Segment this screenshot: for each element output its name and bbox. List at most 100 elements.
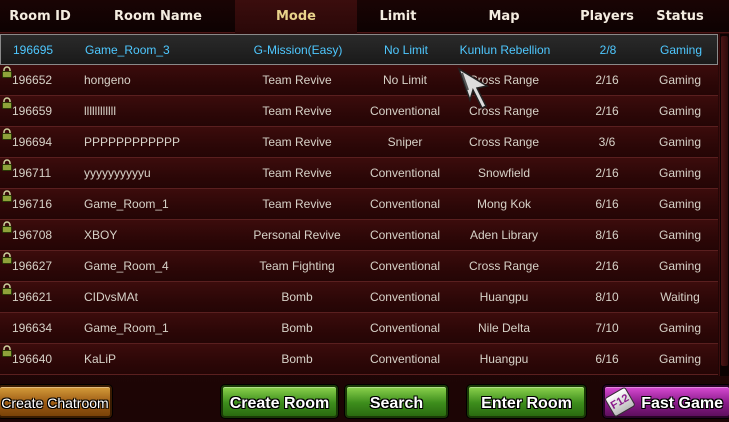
column-header-limit[interactable]: Limit	[358, 0, 438, 33]
room-limit: Conventional	[369, 166, 441, 180]
room-limit: Conventional	[369, 228, 441, 242]
room-status: Gaming	[659, 43, 703, 57]
room-limit: Conventional	[369, 197, 441, 211]
room-id: 196711	[12, 166, 52, 180]
room-mode: Team Revive	[262, 197, 332, 211]
room-players: 3/6	[598, 135, 616, 149]
column-header-players[interactable]: Players	[575, 0, 639, 33]
room-id: 196694	[12, 135, 53, 149]
room-id: 196708	[12, 228, 53, 242]
fast-game-button[interactable]: F12 Fast Game	[603, 385, 729, 418]
room-row[interactable]: 196652 hongeno Team Revive No Limit Cross Ra…	[0, 65, 718, 96]
room-name: Game_Room_1	[84, 321, 169, 335]
room-status: Gaming	[658, 197, 702, 211]
room-limit: Conventional	[369, 352, 441, 366]
room-limit: No Limit	[383, 43, 428, 57]
room-players: 8/16	[595, 228, 619, 242]
room-map: Aden Library	[469, 228, 539, 242]
room-row[interactable]: 196716 Game_Room_1 Team Revive Conventional…	[0, 189, 718, 220]
room-players: 6/16	[595, 352, 619, 366]
room-map: Huangpu	[479, 290, 529, 304]
room-players: 2/16	[595, 259, 619, 273]
fast-game-label: Fast Game	[641, 395, 723, 412]
room-mode: Bomb	[281, 352, 313, 366]
room-mode: Team Revive	[262, 73, 332, 87]
mouse-cursor-icon	[457, 67, 490, 110]
create-chatroom-button[interactable]: Create Chatroom	[0, 385, 112, 418]
room-status: Gaming	[658, 321, 702, 335]
room-limit: Conventional	[369, 104, 441, 118]
room-map: Cross Range	[468, 259, 540, 273]
room-status: Gaming	[658, 352, 702, 366]
room-row[interactable]: 196621 CIDvsMAt Bomb Conventional Huangpu 8/1…	[0, 282, 718, 313]
room-limit: Conventional	[369, 290, 441, 304]
room-map: Nile Delta	[477, 321, 531, 335]
room-mode: Team Revive	[262, 166, 332, 180]
room-id: 196634	[12, 321, 53, 335]
column-header-mode[interactable]: Mode	[235, 0, 357, 33]
room-name: Game_Room_4	[84, 259, 169, 273]
search-button[interactable]: Search	[345, 385, 448, 418]
room-row[interactable]: 196695 Game_Room_3 G-Mission(Easy) No Limit…	[0, 34, 718, 65]
room-table: 196695 Game_Room_3 G-Mission(Easy) No Limit…	[0, 34, 718, 376]
room-limit: No Limit	[382, 73, 427, 87]
room-limit: Sniper	[387, 135, 423, 149]
room-id: 196716	[12, 197, 53, 211]
room-status: Gaming	[658, 104, 702, 118]
room-mode: Personal Revive	[253, 228, 341, 242]
room-id: 196621	[12, 290, 53, 304]
room-row[interactable]: 196694 PPPPPPPPPPPP Team Revive Sniper Cross…	[0, 127, 718, 158]
room-map: Snowfield	[477, 166, 531, 180]
create-room-button[interactable]: Create Room	[221, 385, 338, 418]
room-mode: Bomb	[281, 321, 313, 335]
room-map: Kunlun Rebellion	[459, 43, 551, 57]
room-row[interactable]: 196659 llllllllllll Team Revive Conventiona…	[0, 96, 718, 127]
room-row[interactable]: 196634 Game_Room_1 Bomb Conventional Nile De…	[0, 313, 718, 344]
room-limit: Conventional	[369, 321, 441, 335]
room-players: 2/16	[595, 166, 619, 180]
room-status: Gaming	[658, 259, 702, 273]
room-map: Mong Kok	[476, 197, 532, 211]
room-name: CIDvsMAt	[84, 290, 138, 304]
room-players: 2/8	[599, 43, 617, 57]
room-mode: Team Revive	[262, 135, 332, 149]
column-header-status[interactable]: Status	[645, 0, 715, 33]
room-id: 196659	[12, 104, 53, 118]
f12-key-icon: F12	[604, 386, 636, 418]
room-row[interactable]: 196627 Game_Room_4 Team Fighting Convention…	[0, 251, 718, 282]
room-id: 196640	[12, 352, 53, 366]
room-name: KaLiP	[84, 352, 117, 366]
room-mode: Team Fighting	[259, 259, 335, 273]
room-status: Gaming	[658, 228, 702, 242]
column-header-room-name[interactable]: Room Name	[84, 0, 232, 33]
room-players: 2/16	[595, 73, 619, 87]
column-header-room-id[interactable]: Room ID	[0, 0, 80, 33]
room-list-screen: Room ID Room Name Mode Limit Map Players…	[0, 0, 729, 422]
room-name: llllllllllll	[84, 104, 116, 118]
room-players: 2/16	[595, 104, 619, 118]
room-name: PPPPPPPPPPPP	[84, 135, 181, 149]
enter-room-button[interactable]: Enter Room	[467, 385, 586, 418]
room-row[interactable]: 196711 yyyyyyyyyyu Team Revive Conventional…	[0, 158, 718, 189]
room-map: Cross Range	[468, 135, 540, 149]
room-mode: Bomb	[281, 290, 313, 304]
room-name: Game_Room_1	[84, 197, 169, 211]
room-mode: Team Revive	[262, 104, 332, 118]
room-players: 8/10	[595, 290, 619, 304]
room-id: 196652	[12, 73, 53, 87]
room-list-header: Room ID Room Name Mode Limit Map Players…	[0, 0, 729, 33]
room-row[interactable]: 196708 XBOY Personal Revive Conventional Ade…	[0, 220, 718, 251]
room-players: 6/16	[595, 197, 619, 211]
room-players: 7/10	[595, 321, 619, 335]
room-mode: G-Mission(Easy)	[253, 43, 343, 57]
room-row[interactable]: 196640 KaLiP Bomb Conventional Huangpu 6/16 Ga…	[0, 344, 718, 375]
room-map: Huangpu	[479, 352, 529, 366]
room-name: hongeno	[84, 73, 131, 87]
room-list-scrollbar[interactable]	[719, 34, 729, 376]
scrollbar-thumb[interactable]	[721, 36, 728, 366]
room-status: Gaming	[658, 166, 702, 180]
room-limit: Conventional	[369, 259, 441, 273]
column-header-map[interactable]: Map	[446, 0, 562, 33]
room-id: 196627	[12, 259, 53, 273]
room-status: Waiting	[660, 290, 700, 304]
